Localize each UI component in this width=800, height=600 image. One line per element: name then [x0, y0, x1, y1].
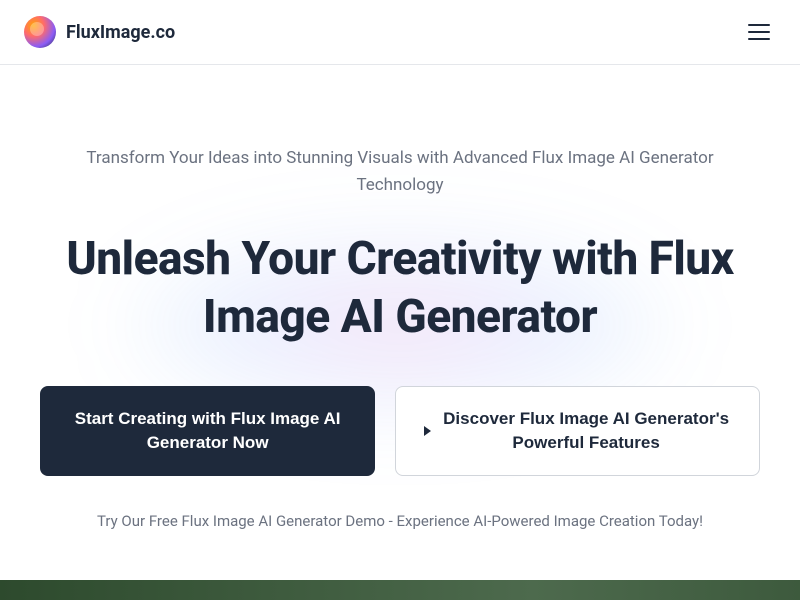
- primary-cta-label: Start Creating with Flux Image AI Genera…: [68, 407, 347, 455]
- logo-icon: [24, 16, 56, 48]
- play-icon: [424, 426, 431, 436]
- menu-button[interactable]: [748, 18, 776, 46]
- header: FluxImage.co: [0, 0, 800, 65]
- demo-text: Try Our Free Flux Image AI Generator Dem…: [40, 512, 760, 530]
- hero-section: Transform Your Ideas into Stunning Visua…: [0, 65, 800, 560]
- logo[interactable]: FluxImage.co: [24, 16, 175, 48]
- start-creating-button[interactable]: Start Creating with Flux Image AI Genera…: [40, 386, 375, 476]
- discover-features-button[interactable]: Discover Flux Image AI Generator's Power…: [395, 386, 760, 476]
- hero-image: [0, 580, 800, 600]
- hamburger-icon: [748, 24, 770, 26]
- hero-heading: Unleash Your Creativity with Flux Image …: [40, 231, 760, 346]
- hero-subtitle: Transform Your Ideas into Stunning Visua…: [80, 145, 720, 199]
- secondary-cta-label: Discover Flux Image AI Generator's Power…: [441, 407, 731, 455]
- logo-text: FluxImage.co: [66, 22, 175, 43]
- cta-container: Start Creating with Flux Image AI Genera…: [40, 386, 760, 476]
